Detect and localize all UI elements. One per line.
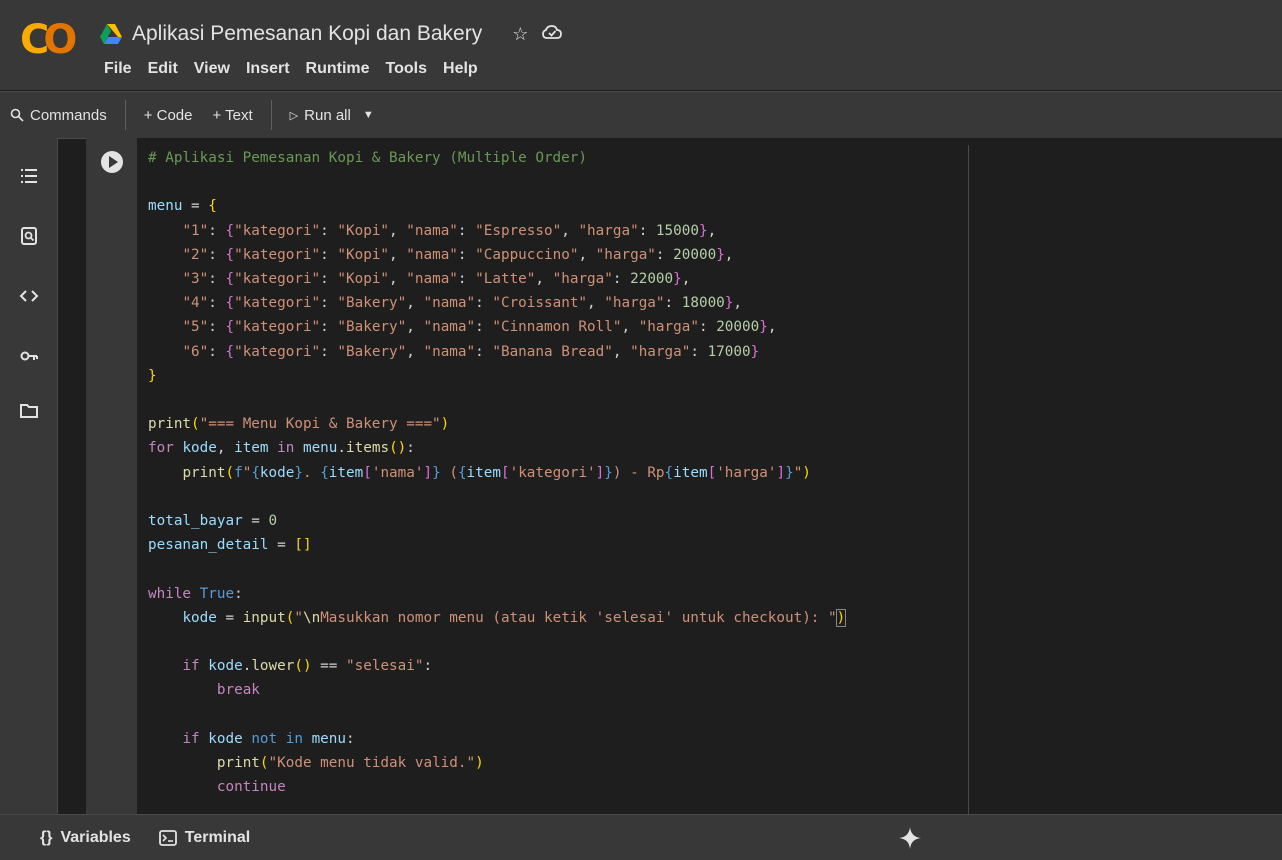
menu-tools[interactable]: Tools [386,60,427,78]
code-line: for kode, item in menu.items(): [148,440,415,457]
menu-edit[interactable]: Edit [148,60,178,78]
commands-button[interactable]: Commands [0,107,117,124]
cell-gutter [86,138,137,814]
code-line: "4": {"kategori": "Bakery", "nama": "Cro… [182,295,743,312]
code-line: "5": {"kategori": "Bakery", "nama": "Cin… [182,319,777,336]
code-line: print("Kode menu tidak valid.") [216,755,484,772]
notebook-title[interactable]: Aplikasi Pemesanan Kopi dan Bakery [132,22,482,46]
code-line: "3": {"kategori": "Kopi", "nama": "Latte… [182,271,691,288]
bottom-bar: {} Variables Terminal [0,814,1282,860]
code-line: while True: [148,585,243,602]
code-line: kode = input("\nMasukkan nomor menu (ata… [182,608,847,627]
code-line: print(f"{kode}. {item['nama']} ({item['k… [182,464,811,481]
code-line: break [216,682,260,699]
colab-logo[interactable]: CO [20,18,80,62]
menu-help[interactable]: Help [443,60,478,78]
variables-label: Variables [60,828,131,846]
code-line: # Aplikasi Pemesanan Kopi & Bakery (Mult… [148,150,587,166]
notebook-toolbar: Commands + Code + Text ▷ Run all ▼ [0,91,1282,139]
line-length-ruler [968,145,969,814]
title-row: Aplikasi Pemesanan Kopi dan Bakery ☆ [100,20,563,48]
table-of-contents-icon[interactable] [19,166,39,186]
commands-label: Commands [30,106,107,124]
menu-runtime[interactable]: Runtime [306,60,370,78]
google-drive-icon[interactable] [100,24,122,44]
left-sidebar [0,138,58,814]
secrets-key-icon[interactable] [19,346,39,366]
code-line: if kode.lower() == "selesai": [182,658,433,675]
code-line: "6": {"kategori": "Bakery", "nama": "Ban… [182,343,760,360]
code-line: continue [148,779,286,796]
variables-button[interactable]: {} Variables [0,829,145,847]
find-replace-icon[interactable] [19,226,39,246]
cloud-saved-icon[interactable] [542,24,563,42]
menu-file[interactable]: File [104,60,132,78]
toolbar-divider [124,100,126,130]
add-code-button[interactable]: + Code [134,107,203,124]
menu-view[interactable]: View [194,60,230,78]
code-line: print("=== Menu Kopi & Bakery ===") [148,416,450,433]
code-content[interactable]: # Aplikasi Pemesanan Kopi & Bakery (Mult… [148,146,847,799]
code-line: "1": {"kategori": "Kopi", "nama": "Espre… [182,222,717,239]
code-line: if kode not in menu: [182,730,355,747]
code-line: } [148,367,157,384]
terminal-icon [158,829,177,846]
terminal-button[interactable]: Terminal [145,829,265,847]
search-icon [10,108,24,122]
code-snippets-icon[interactable] [19,286,39,306]
terminal-label: Terminal [184,828,251,846]
braces-icon: {} [40,828,53,846]
star-icon[interactable]: ☆ [512,24,528,45]
play-icon: ▷ [289,109,299,122]
add-text-button[interactable]: + Text [203,107,263,124]
chevron-down-icon[interactable]: ▼ [363,109,374,121]
run-all-button[interactable]: ▷ Run all ▼ [280,107,384,124]
run-all-label: Run all [304,106,351,124]
app-header: CO Aplikasi Pemesanan Kopi dan Bakery ☆ … [0,0,1282,90]
run-cell-button[interactable] [101,151,123,173]
menu-bar: File Edit View Insert Runtime Tools Help [104,60,478,78]
code-line: total_bayar = 0 [148,513,278,530]
files-folder-icon[interactable] [19,401,39,421]
code-line: menu = { [148,198,217,215]
menu-insert[interactable]: Insert [246,60,290,78]
code-line: "2": {"kategori": "Kopi", "nama": "Cappu… [182,246,734,263]
code-line: pesanan_detail = [] [148,537,312,554]
toolbar-divider [270,100,272,130]
gemini-sparkle-icon[interactable] [898,826,922,850]
